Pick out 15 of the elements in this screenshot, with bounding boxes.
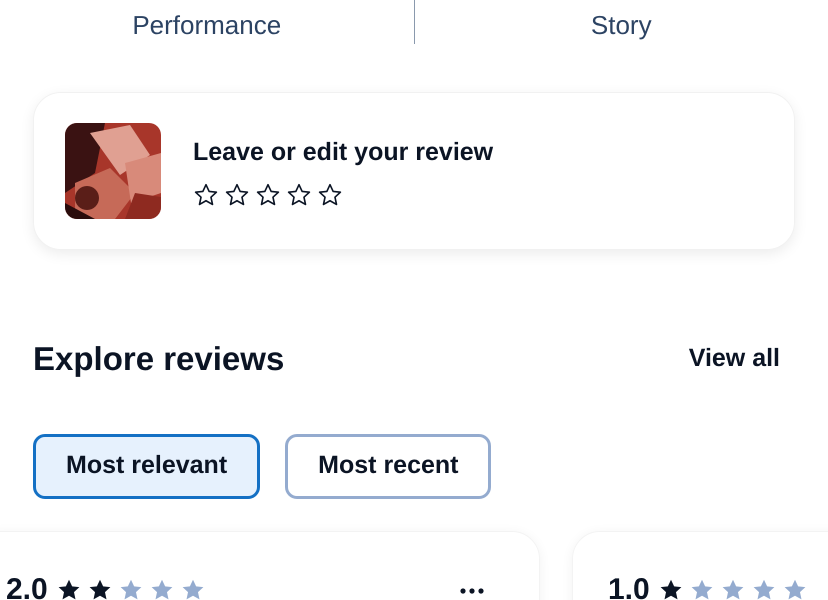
star-icon [286, 182, 312, 208]
star-icon [224, 182, 250, 208]
review-prompt-title: Leave or edit your review [193, 137, 494, 168]
rating-value: 1.0 [608, 572, 650, 600]
star-icon [317, 182, 343, 208]
filter-chip[interactable]: Most relevant [33, 434, 260, 498]
tab[interactable]: Story [590, 8, 652, 42]
filter-chip[interactable]: Most recent [285, 434, 492, 498]
rating-value: 2.0 [6, 572, 48, 600]
view-all-link[interactable]: View all [688, 340, 780, 378]
star-icon [255, 182, 281, 208]
star-icon [193, 182, 219, 208]
more-icon[interactable] [460, 588, 484, 594]
tab[interactable]: Performance [132, 8, 282, 42]
section-title: Explore reviews [33, 339, 284, 379]
